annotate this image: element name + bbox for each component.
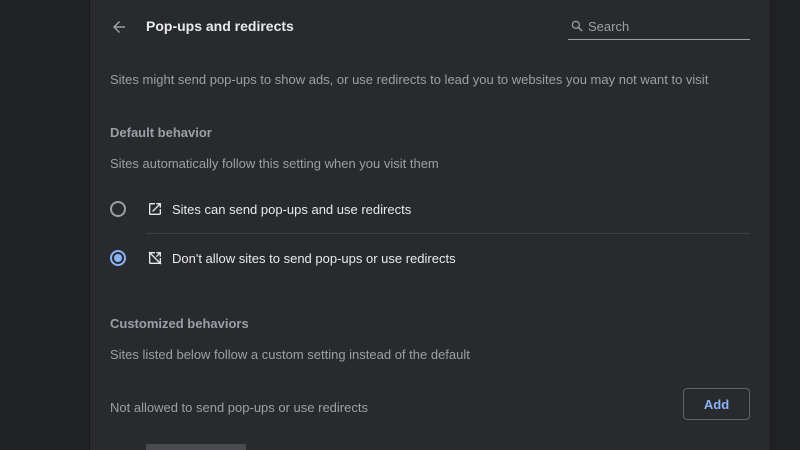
not-allowed-list-label: Not allowed to send pop-ups or use redir… [110,400,368,415]
arrow-left-icon [113,21,125,33]
option-allow-popups-label: Sites can send pop-ups and use redirects [172,201,412,217]
option-block-popups[interactable]: Don't allow sites to send pop-ups or use… [108,243,750,273]
open-in-new-icon [146,200,164,218]
option-divider [146,233,750,234]
customized-behaviors-heading: Customized behaviors [110,316,249,331]
search-box[interactable] [568,13,764,40]
cut-off-row-bar [146,444,246,450]
customized-behaviors-subtext: Sites listed below follow a custom setti… [110,347,470,362]
radio-block-popups[interactable] [110,250,126,266]
settings-page: Pop-ups and redirects Sites might send p… [0,0,800,450]
default-behavior-heading: Default behavior [110,125,212,140]
back-button[interactable] [106,14,132,40]
search-icon [570,18,584,34]
cut-off-row [146,444,266,450]
settings-card [90,0,770,450]
radio-allow-popups[interactable] [110,201,126,217]
popup-blocked-icon [146,249,164,267]
page-description: Sites might send pop-ups to show ads, or… [110,72,709,87]
option-block-popups-label: Don't allow sites to send pop-ups or use… [172,250,456,266]
search-input[interactable] [588,18,764,34]
page-title: Pop-ups and redirects [146,18,294,34]
option-allow-popups[interactable]: Sites can send pop-ups and use redirects [108,194,750,224]
add-site-button[interactable]: Add [683,388,750,420]
default-behavior-subtext: Sites automatically follow this setting … [110,156,439,171]
